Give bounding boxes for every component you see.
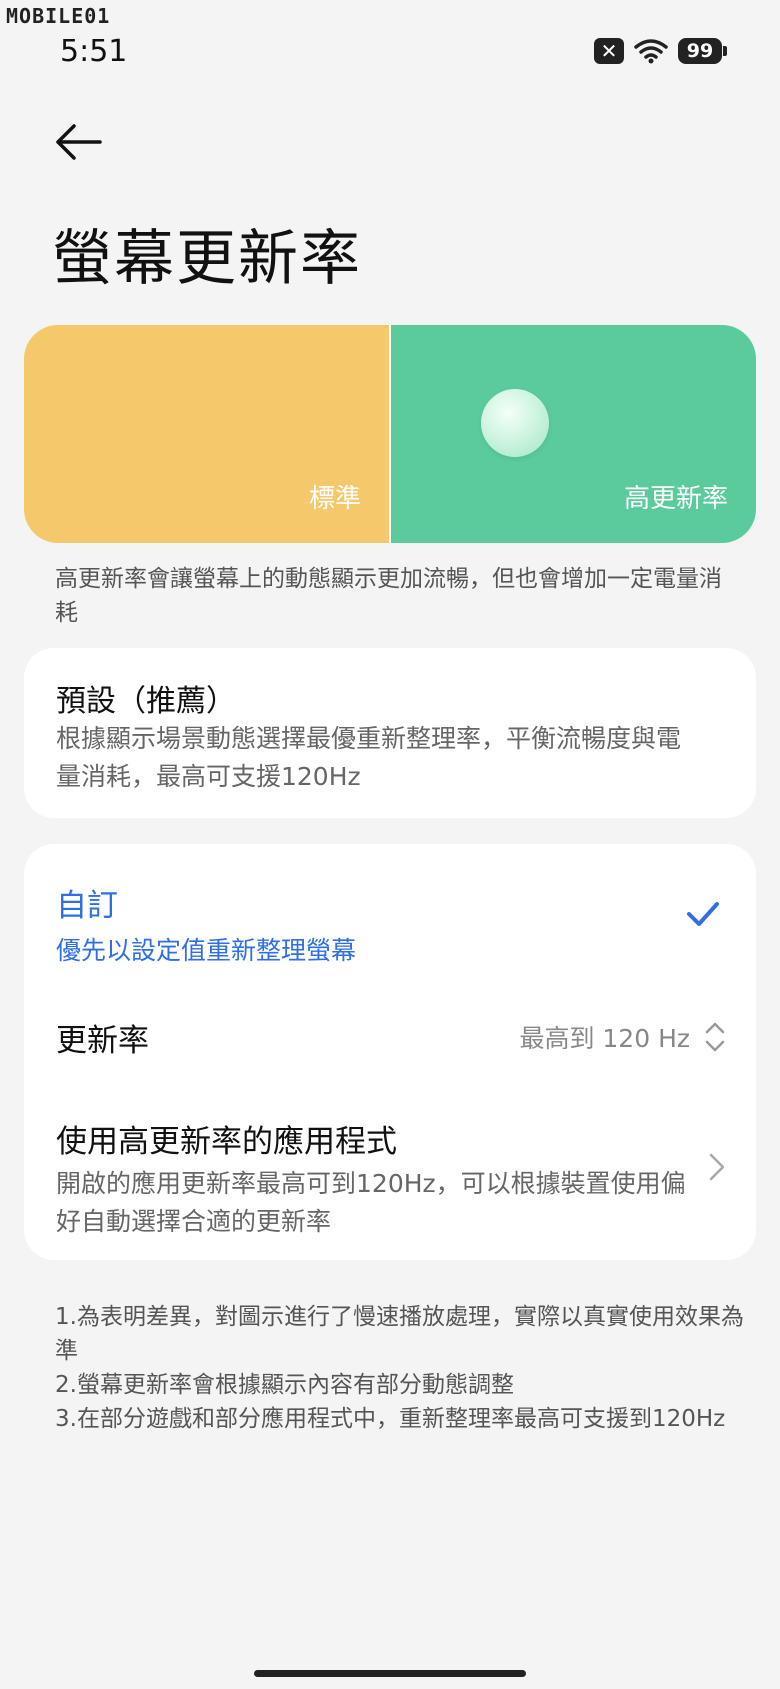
wifi-icon bbox=[634, 39, 668, 64]
high-rate-apps-title: 使用高更新率的應用程式 bbox=[56, 1124, 397, 1160]
refresh-rate-label: 更新率 bbox=[56, 1022, 149, 1059]
option-custom-subtitle: 優先以設定值重新整理螢幕 bbox=[56, 936, 357, 965]
refresh-rate-row[interactable]: 更新率 最高到 120 Hz bbox=[56, 1012, 728, 1062]
up-down-chevron-icon bbox=[705, 1022, 725, 1052]
note-item: 2.螢幕更新率會根據顯示內容有部分動態調整 bbox=[55, 1372, 514, 1398]
high-rate-apps-item[interactable]: 使用高更新率的應用程式 開啟的應用更新率最高可到120Hz，可以根據裝置使用偏好… bbox=[56, 1116, 696, 1241]
option-custom[interactable]: 自訂 優先以設定值重新整理螢幕 bbox=[56, 880, 356, 967]
back-arrow-icon[interactable] bbox=[52, 122, 104, 162]
animation-ball bbox=[481, 389, 549, 457]
status-bar: 5:51 ✕ 99 bbox=[0, 0, 780, 100]
option-custom-title: 自訂 bbox=[56, 888, 118, 924]
page-title: 螢幕更新率 bbox=[52, 224, 362, 294]
checkmark-icon bbox=[687, 902, 719, 926]
notification-x-icon: ✕ bbox=[594, 38, 624, 64]
home-indicator[interactable] bbox=[254, 1670, 526, 1677]
option-default-title: 預設（推薦） bbox=[56, 684, 236, 719]
high-rate-label: 高更新率 bbox=[623, 484, 728, 514]
status-time: 5:51 bbox=[60, 34, 128, 69]
custom-settings-card: 自訂 優先以設定值重新整理螢幕 更新率 最高到 120 Hz 使用高更新率的應用… bbox=[24, 844, 756, 1260]
refresh-rate-value: 最高到 120 Hz bbox=[519, 1024, 690, 1053]
note-item: 3.在部分遊戲和部分應用程式中，重新整理率最高可支援到120Hz bbox=[55, 1406, 726, 1432]
note-item: 1.為表明差異，對圖示進行了慢速播放處理，實際以真實使用效果為準 bbox=[55, 1304, 744, 1364]
refresh-rate-preview: 標準 高更新率 bbox=[24, 325, 756, 543]
option-default-subtitle: 根據顯示場景動態選擇最優重新整理率，平衡流暢度與電量消耗，最高可支援120Hz bbox=[56, 724, 682, 791]
standard-label: 標準 bbox=[308, 484, 361, 514]
notes-section: 1.為表明差異，對圖示進行了慢速播放處理，實際以真實使用效果為準 2.螢幕更新率… bbox=[55, 1300, 745, 1436]
high-rate-apps-subtitle: 開啟的應用更新率最高可到120Hz，可以根據裝置使用偏好自動選擇合適的更新率 bbox=[56, 1169, 686, 1236]
chevron-right-icon bbox=[709, 1153, 725, 1181]
high-rate-preview-panel: 高更新率 bbox=[391, 325, 756, 543]
battery-indicator: 99 bbox=[678, 38, 727, 64]
standard-preview-panel: 標準 bbox=[24, 325, 389, 543]
description-text: 高更新率會讓螢幕上的動態顯示更加流暢，但也會增加一定電量消耗 bbox=[55, 566, 722, 626]
status-icons: ✕ 99 bbox=[594, 38, 727, 64]
option-default[interactable]: 預設（推薦） 根據顯示場景動態選擇最優重新整理率，平衡流暢度與電量消耗，最高可支… bbox=[24, 648, 756, 818]
